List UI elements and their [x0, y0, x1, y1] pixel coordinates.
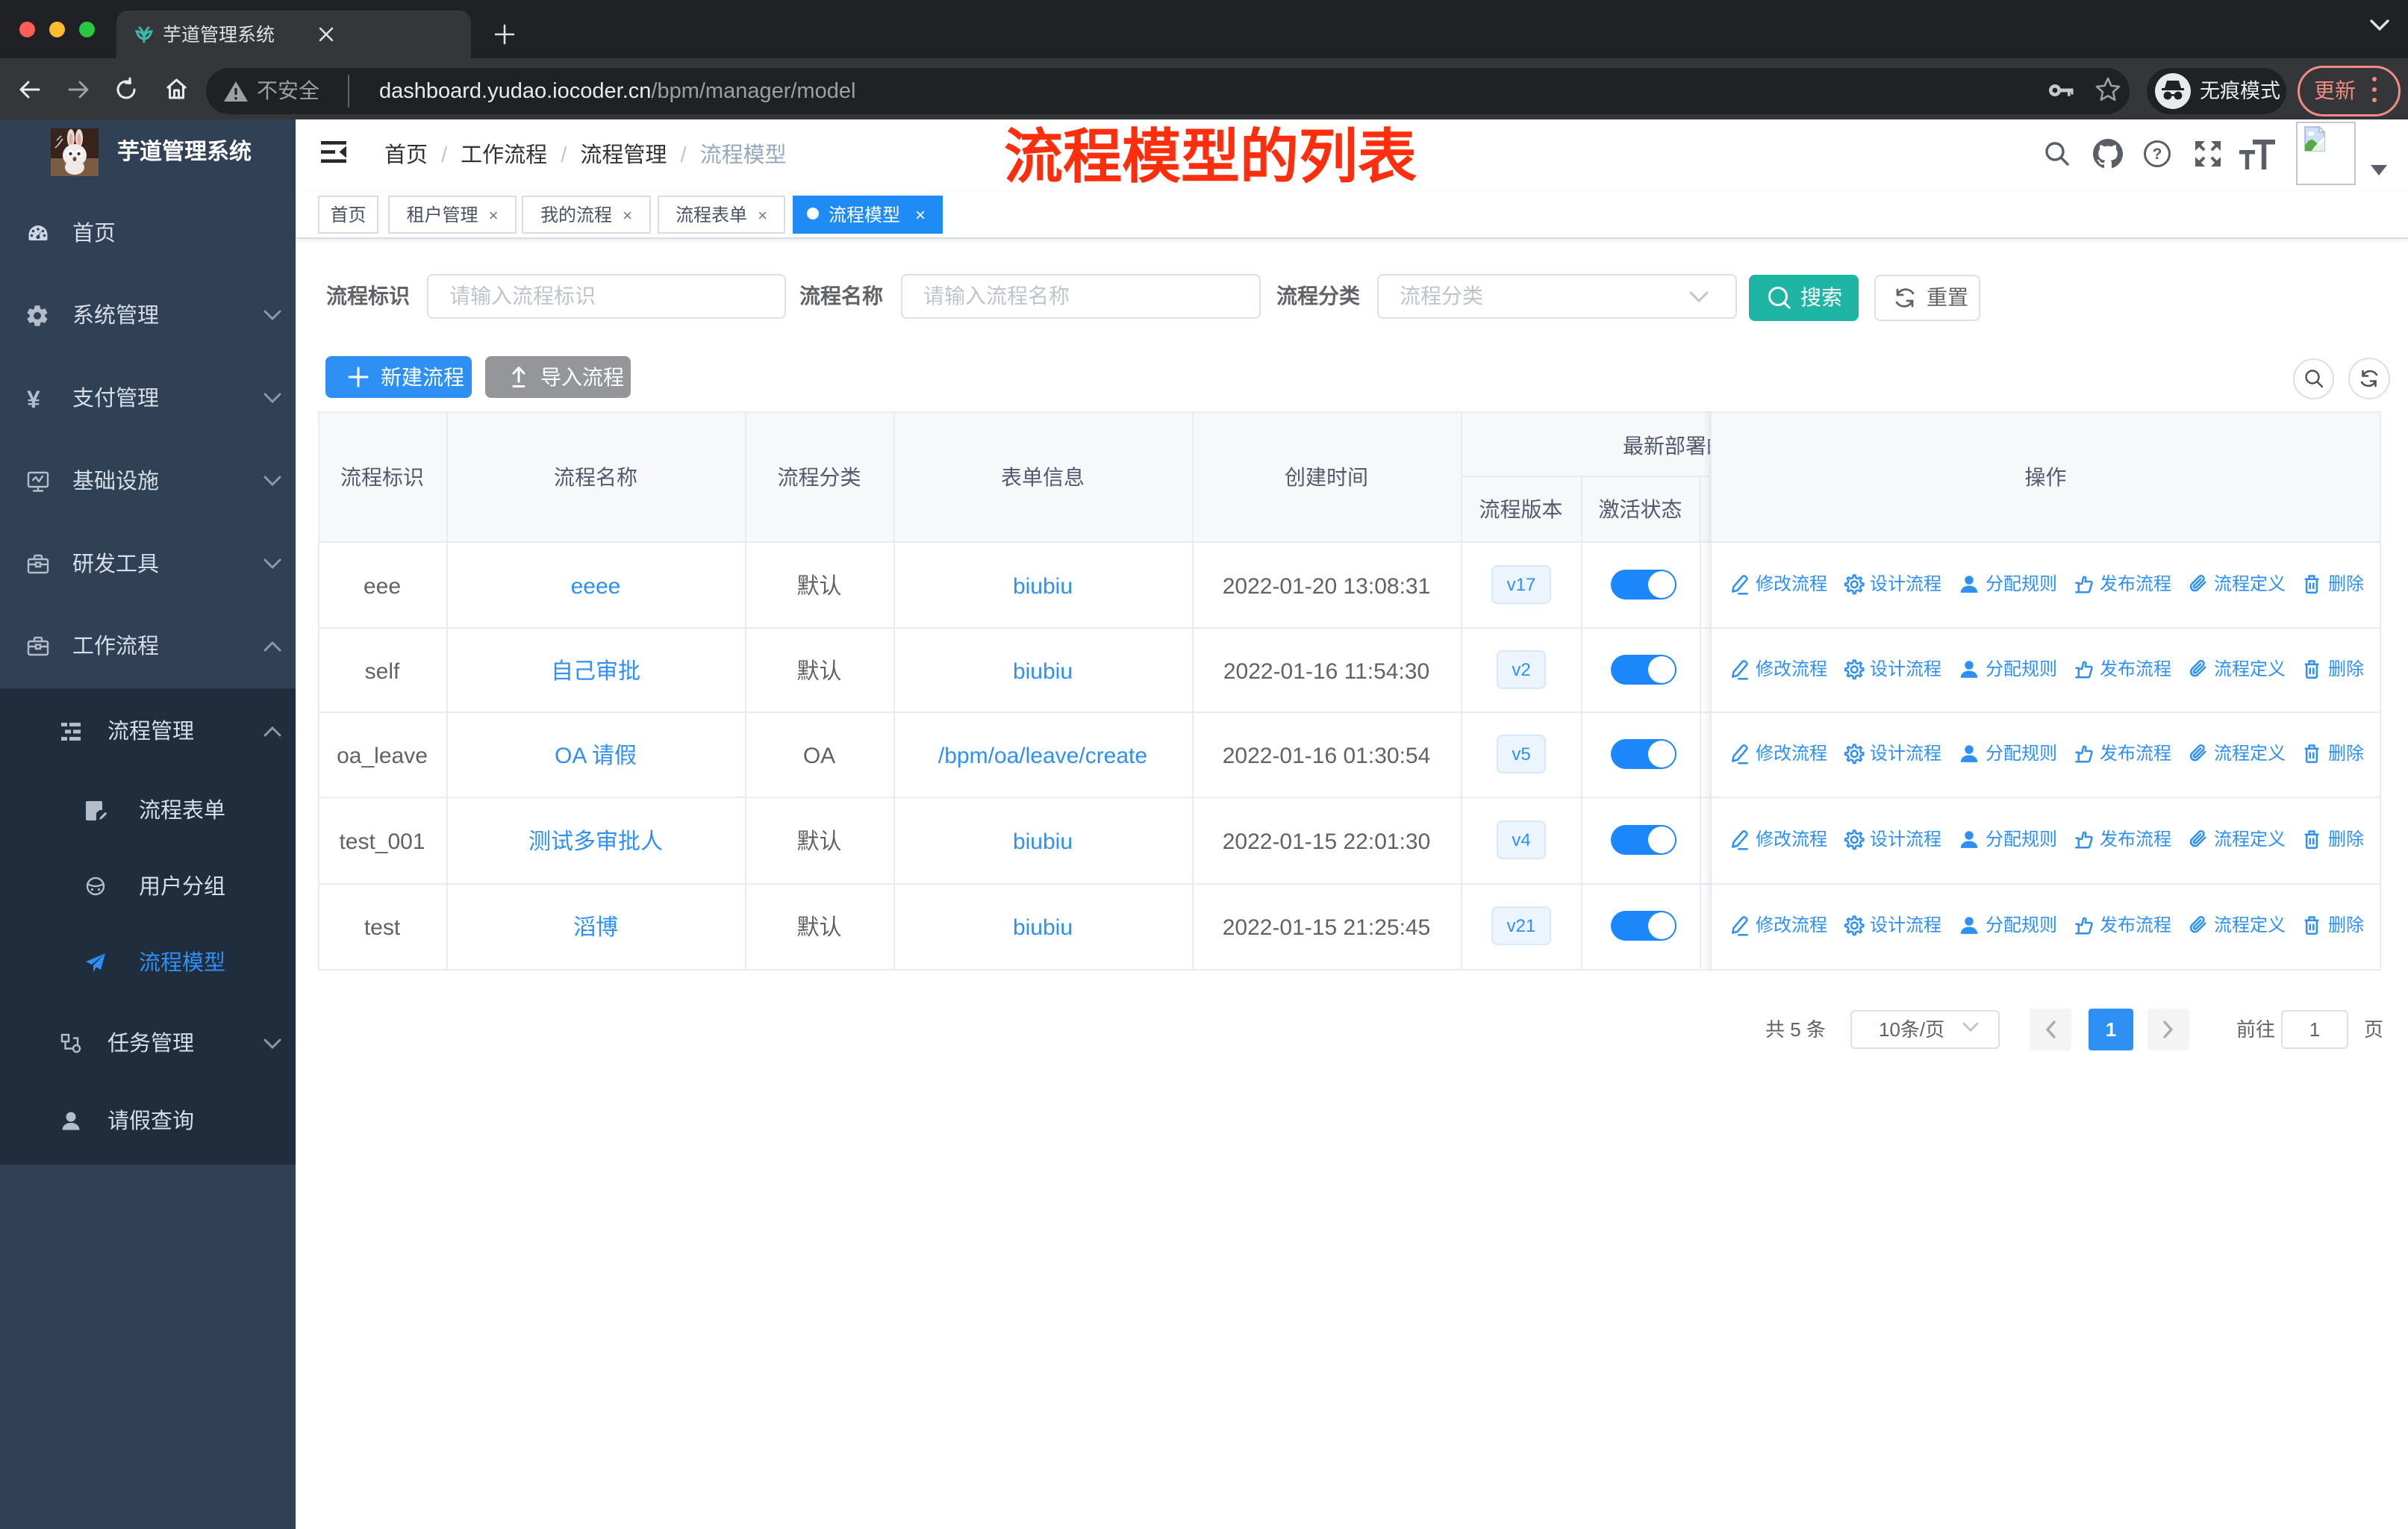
- svg-text:?: ?: [2153, 146, 2162, 163]
